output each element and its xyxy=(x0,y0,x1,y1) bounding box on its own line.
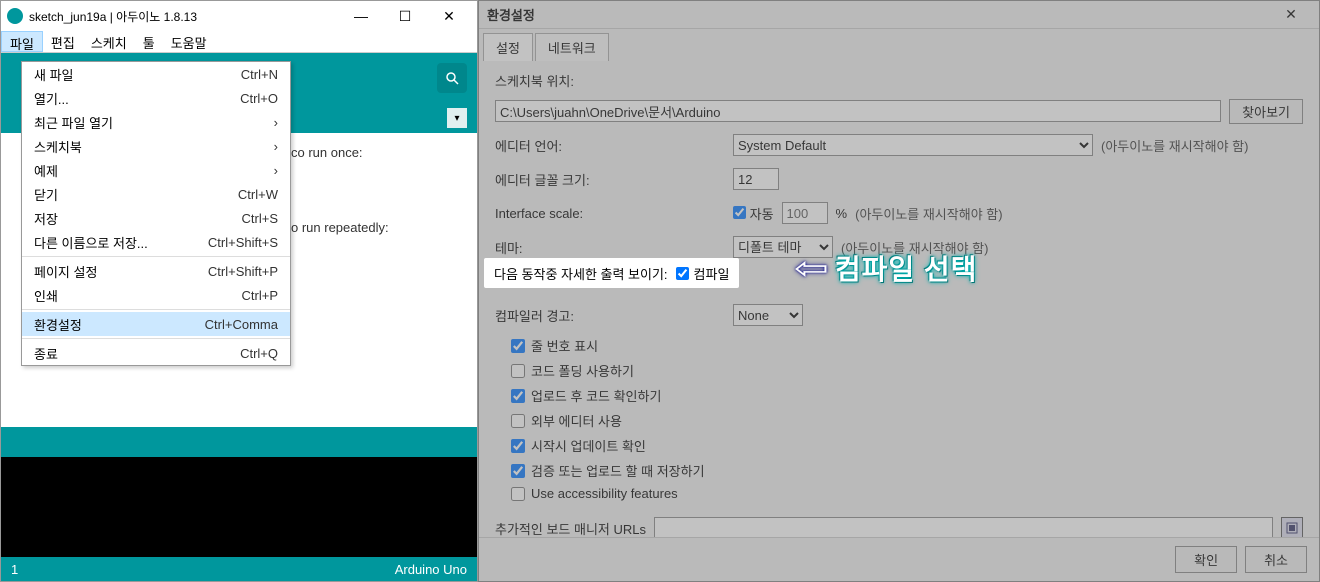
maximize-button[interactable]: ☐ xyxy=(383,8,427,25)
menu-sketch[interactable]: 스케치 xyxy=(83,31,135,52)
status-board: Arduino Uno xyxy=(395,562,467,577)
compiler-warnings-label: 컴파일러 경고: xyxy=(495,306,725,325)
menu-separator xyxy=(22,309,290,310)
menu-help[interactable]: 도움말 xyxy=(163,31,215,52)
menu-item-preferences[interactable]: 환경설정Ctrl+Comma xyxy=(22,312,290,336)
menu-item-pagesetup[interactable]: 페이지 설정Ctrl+Shift+P xyxy=(22,259,290,283)
editor-language-select[interactable]: System Default xyxy=(733,134,1093,156)
preferences-tabs: 설정 네트워크 xyxy=(479,29,1319,61)
preferences-checkboxes: 줄 번호 표시 코드 폴딩 사용하기 업로드 후 코드 확인하기 외부 에디터 … xyxy=(495,336,1303,501)
check-update-start[interactable]: 시작시 업데이트 확인 xyxy=(511,436,871,455)
close-button[interactable]: ✕ xyxy=(427,8,471,25)
preferences-title: 환경설정 xyxy=(487,5,1271,24)
minimize-button[interactable]: — xyxy=(339,8,383,24)
scale-percent: % xyxy=(836,206,848,221)
browse-button[interactable]: 찾아보기 xyxy=(1229,99,1303,124)
menu-edit[interactable]: 편집 xyxy=(43,31,83,52)
scale-auto-checkbox[interactable]: 자동 xyxy=(733,204,774,223)
ide-titlebar: sketch_jun19a | 아두이노 1.8.13 — ☐ ✕ xyxy=(1,1,477,31)
serial-monitor-icon[interactable] xyxy=(437,63,467,93)
check-verify-after-upload[interactable]: 업로드 후 코드 확인하기 xyxy=(511,386,871,405)
preferences-dialog: 환경설정 ✕ 설정 네트워크 스케치북 위치: 찾아보기 에디터 언어: Sys… xyxy=(478,0,1320,582)
menu-item-sketchbook[interactable]: 스케치북› xyxy=(22,134,290,158)
arrow-left-icon: ⇦ xyxy=(794,249,829,287)
menu-item-open[interactable]: 열기...Ctrl+O xyxy=(22,86,290,110)
arduino-logo-icon xyxy=(7,8,23,24)
cancel-button[interactable]: 취소 xyxy=(1245,546,1307,573)
verbose-compile-checkbox[interactable]: 컴파일 xyxy=(676,264,730,283)
menu-file[interactable]: 파일 xyxy=(1,31,43,52)
menu-separator xyxy=(22,338,290,339)
menu-separator xyxy=(22,256,290,257)
ok-button[interactable]: 확인 xyxy=(1175,546,1237,573)
check-accessibility[interactable]: Use accessibility features xyxy=(511,486,871,501)
check-save-verify[interactable]: 검증 또는 업로드 할 때 저장하기 xyxy=(511,461,871,480)
menu-item-new[interactable]: 새 파일Ctrl+N xyxy=(22,62,290,86)
menu-item-close[interactable]: 닫기Ctrl+W xyxy=(22,182,290,206)
menu-tools[interactable]: 툴 xyxy=(135,31,163,52)
ide-console xyxy=(1,457,477,557)
preferences-titlebar: 환경설정 ✕ xyxy=(479,1,1319,29)
restart-hint: (아두이노를 재시작해야 함) xyxy=(1101,136,1248,155)
check-line-numbers[interactable]: 줄 번호 표시 xyxy=(511,336,871,355)
menu-item-quit[interactable]: 종료Ctrl+Q xyxy=(22,341,290,365)
check-external-editor[interactable]: 외부 에디터 사용 xyxy=(511,411,871,430)
verbose-output-row: 다음 동작중 자세한 출력 보이기: 컴파일 xyxy=(484,258,739,288)
menu-item-recent[interactable]: 최근 파일 열기› xyxy=(22,110,290,134)
preferences-side: 환경설정 ✕ 설정 네트워크 스케치북 위치: 찾아보기 에디터 언어: Sys… xyxy=(478,0,1320,582)
ide-title: sketch_jun19a | 아두이노 1.8.13 xyxy=(29,8,339,25)
sketchbook-path-input[interactable] xyxy=(495,100,1221,122)
preferences-body: 스케치북 위치: 찾아보기 에디터 언어: System Default (아두… xyxy=(479,61,1319,537)
ide-menubar: 파일 편집 스케치 툴 도움말 xyxy=(1,31,477,53)
board-urls-label: 추가적인 보드 매니저 URLs xyxy=(495,519,646,538)
preferences-buttons: 확인 취소 xyxy=(479,537,1319,581)
file-menu-dropdown: 새 파일Ctrl+N 열기...Ctrl+O 최근 파일 열기› 스케치북› 예… xyxy=(21,61,291,366)
callout-annotation: ⇦ 컴파일 선택 xyxy=(798,248,977,288)
code-line: o run repeatedly: xyxy=(291,220,477,235)
menu-item-examples[interactable]: 예제› xyxy=(22,158,290,182)
restart-hint: (아두이노를 재시작해야 함) xyxy=(855,204,1002,223)
ide-statusbar: 1 Arduino Uno xyxy=(1,557,477,581)
scale-value-input[interactable] xyxy=(782,202,828,224)
check-code-folding[interactable]: 코드 폴딩 사용하기 xyxy=(511,361,871,380)
ide-message-bar xyxy=(1,427,477,457)
code-line: co run once: xyxy=(291,145,477,160)
compiler-warnings-select[interactable]: None xyxy=(733,304,803,326)
board-urls-input[interactable] xyxy=(654,517,1273,537)
tab-dropdown-icon[interactable]: ▾ xyxy=(447,108,467,128)
menu-item-print[interactable]: 인쇄Ctrl+P xyxy=(22,283,290,307)
callout-text: 컴파일 선택 xyxy=(835,248,978,288)
font-size-label: 에디터 글꼴 크기: xyxy=(495,170,725,189)
menu-item-save[interactable]: 저장Ctrl+S xyxy=(22,206,290,230)
verbose-output-label: 다음 동작중 자세한 출력 보이기: xyxy=(494,264,668,283)
tab-settings[interactable]: 설정 xyxy=(483,33,533,61)
editor-language-label: 에디터 언어: xyxy=(495,136,725,155)
board-urls-expand-icon[interactable] xyxy=(1281,517,1303,537)
status-line-number: 1 xyxy=(11,562,18,577)
arduino-ide-window: sketch_jun19a | 아두이노 1.8.13 — ☐ ✕ 파일 편집 … xyxy=(0,0,478,582)
interface-scale-label: Interface scale: xyxy=(495,206,725,221)
menu-item-saveas[interactable]: 다른 이름으로 저장...Ctrl+Shift+S xyxy=(22,230,290,254)
sketchbook-label: 스케치북 위치: xyxy=(495,71,1303,90)
theme-label: 테마: xyxy=(495,238,725,257)
font-size-input[interactable] xyxy=(733,168,779,190)
close-icon[interactable]: ✕ xyxy=(1271,6,1311,23)
tab-network[interactable]: 네트워크 xyxy=(535,33,609,61)
